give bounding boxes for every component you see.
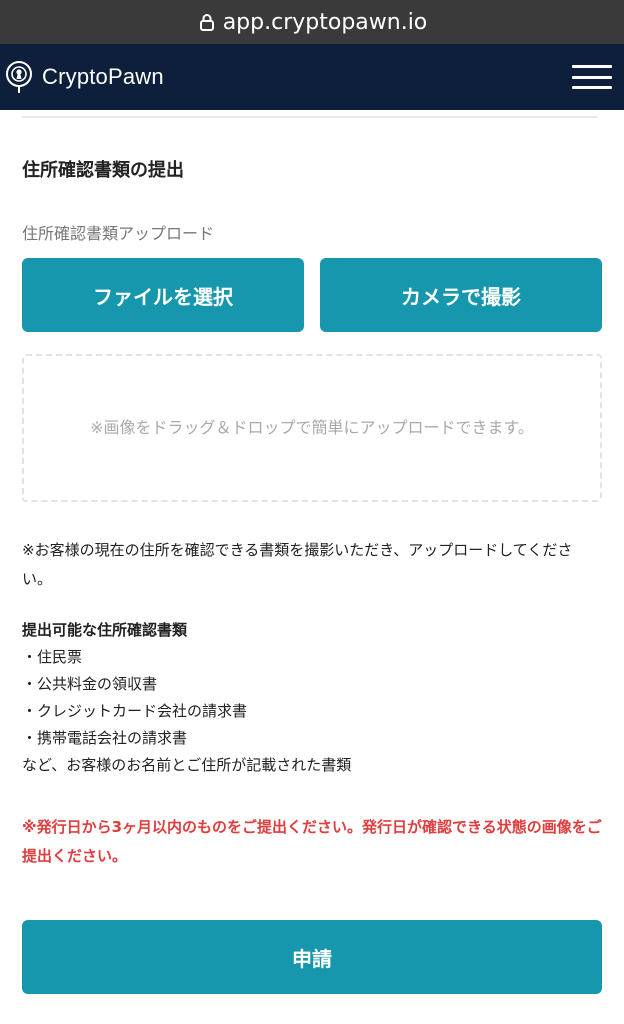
list-item: 住民票 bbox=[22, 644, 602, 671]
submit-button[interactable]: 申請 bbox=[22, 920, 602, 994]
accepted-docs-list: 住民票 公共料金の領収書 クレジットカード会社の請求書 携帯電話会社の請求書 bbox=[22, 644, 602, 752]
brand-name: CryptoPawn bbox=[42, 64, 164, 89]
upload-label: 住所確認書類アップロード bbox=[22, 224, 215, 243]
accepted-docs-note: など、お客様のお名前とご住所が記載された書類 bbox=[22, 756, 352, 774]
drop-zone-text: ※画像をドラッグ＆ドロップで簡単にアップロードできます。 bbox=[90, 418, 534, 437]
list-item: 公共料金の領収書 bbox=[22, 671, 602, 698]
select-file-button[interactable]: ファイルを選択 bbox=[22, 258, 304, 332]
drop-zone[interactable]: ※画像をドラッグ＆ドロップで簡単にアップロードできます。 bbox=[22, 354, 602, 502]
list-item: クレジットカード会社の請求書 bbox=[22, 698, 602, 725]
pawn-logo-icon bbox=[6, 61, 32, 93]
hamburger-menu-icon[interactable] bbox=[572, 62, 612, 92]
app-header: CryptoPawn bbox=[0, 44, 624, 110]
camera-capture-button[interactable]: カメラで撮影 bbox=[320, 258, 602, 332]
accepted-docs-title: 提出可能な住所確認書類 bbox=[22, 621, 188, 639]
list-item: 携帯電話会社の請求書 bbox=[22, 725, 602, 752]
main-content: 住所確認書類の提出 住所確認書類アップロード ファイルを選択 カメラで撮影 ※画… bbox=[0, 110, 624, 994]
page-title: 住所確認書類の提出 bbox=[22, 160, 184, 181]
brand[interactable]: CryptoPawn bbox=[4, 59, 164, 95]
warning-text: ※発行日から3ヶ月以内のものをご提出ください。発行日が確認できる状態の画像をご提… bbox=[22, 818, 602, 865]
browser-url-bar[interactable]: app.cryptopawn.io bbox=[0, 0, 624, 44]
divider bbox=[22, 110, 598, 118]
lock-icon bbox=[199, 14, 214, 31]
upload-notice: ※お客様の現在の住所を確認できる書類を撮影いただき、アップロードしてください。 bbox=[22, 541, 573, 588]
upload-buttons: ファイルを選択 カメラで撮影 bbox=[22, 258, 602, 332]
url-text: app.cryptopawn.io bbox=[222, 9, 428, 35]
